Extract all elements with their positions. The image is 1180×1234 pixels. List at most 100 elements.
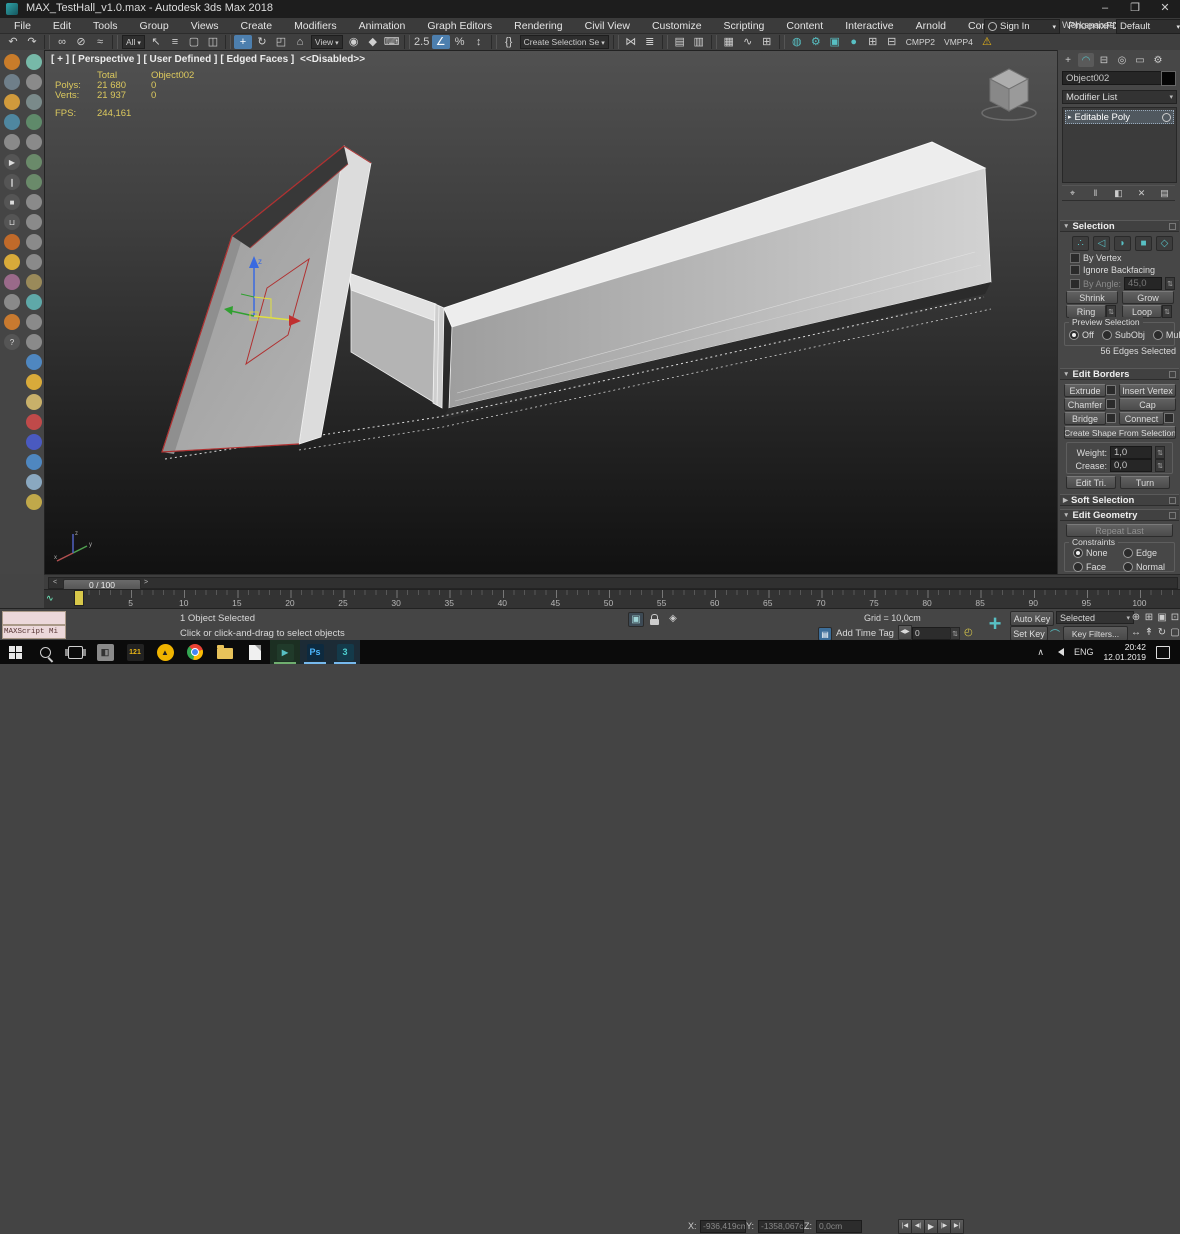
crease-field[interactable]: 0,0 [1110,459,1152,472]
rectangular-selection-region-icon[interactable]: ▢ [185,35,203,49]
percent-snap-toggle-icon[interactable]: % [451,35,469,49]
viewport-label[interactable]: [ + ][ Perspective ][ User Defined ][ Ed… [51,54,368,65]
menu-item[interactable]: Group [130,19,179,33]
weight-field[interactable]: 1,0 [1110,446,1152,459]
hierarchy-tab[interactable]: ⊟ [1096,53,1112,67]
perspective-viewport[interactable]: z [ + ][ Perspective ][ User Defined ][ … [44,50,1059,576]
sign-in-button[interactable]: Sign In ▾ [984,19,1060,34]
schematic-view-icon[interactable]: ⊞ [758,35,776,49]
photoshop-icon[interactable]: Ps [300,640,330,664]
notepad-icon[interactable] [240,640,270,664]
isolate-selection-toggle[interactable]: ▣ [628,612,644,627]
key-mode-dropdown[interactable]: Selected [1056,611,1134,624]
rollout-soft-selection[interactable]: ▶ Soft Selection [1060,494,1179,506]
menu-item[interactable]: Civil View [575,19,640,33]
ocean-sunset-icon[interactable] [26,494,42,510]
workspaces-dropdown[interactable]: Default ▾ [1116,19,1180,34]
current-frame-marker[interactable] [74,590,84,606]
loop-spinner[interactable]: ⇅ [1162,305,1172,318]
swirl-icon[interactable] [26,454,42,470]
start-button[interactable] [0,640,30,664]
maxscript-mini-listener-top[interactable] [2,611,66,625]
snaps-toggle-icon[interactable]: 2.5 [413,35,431,49]
clock[interactable]: 20:42 12.01.2019 [1103,642,1146,662]
zoom-extents-icon[interactable]: ▣ [1156,611,1168,624]
rollout-selection[interactable]: ▼ Selection [1060,220,1179,232]
grid-object-icon[interactable] [26,234,42,250]
select-and-link-icon[interactable]: ∞ [53,35,71,49]
menu-item[interactable]: Edit [43,19,81,33]
current-frame-field[interactable]: 0 [912,627,952,640]
3ds-max-icon[interactable]: 3 [330,640,360,664]
shrink-button[interactable]: Shrink [1066,291,1118,304]
preview-selection-radio[interactable]: Off [1069,330,1094,340]
previous-frame-button[interactable]: ◀| [911,1219,925,1234]
border-subobject-icon[interactable]: ◗ [1114,236,1131,251]
viewport-menu-shading[interactable]: [ Edged Faces ] [220,54,294,65]
display-tab[interactable]: ▭ [1132,53,1148,67]
maxscript-mini-listener[interactable]: MAXScript Mi [2,625,66,639]
add-time-tag-icon[interactable]: ▤ [818,627,832,641]
tree-icon[interactable] [26,154,42,170]
simulation-play-icon[interactable]: ▶ [4,154,20,170]
menu-item[interactable]: File [4,19,41,33]
y-coordinate-field[interactable]: -1358,067c [758,1220,804,1233]
flowers-icon[interactable] [26,274,42,290]
time-next-button[interactable]: > [141,578,151,588]
candle-preset-icon[interactable] [4,314,20,330]
aimp-icon[interactable]: ▲ [150,640,180,664]
phoenix-fire-preset-icon[interactable] [4,94,20,110]
orbit-icon[interactable]: ↻ [1156,626,1168,639]
vmpp4-button[interactable]: VMPP4 [940,35,977,49]
next-frame-button[interactable]: |▶ [937,1219,951,1234]
set-key-button[interactable]: Set Key [1010,626,1048,641]
rollout-edit-borders[interactable]: ▼ Edit Borders [1060,368,1179,380]
auto-key-button[interactable]: Auto Key [1010,611,1054,626]
by-angle-checkbox[interactable] [1070,278,1080,289]
create-shape-button[interactable]: Create Shape From Selection [1064,426,1176,439]
go-to-start-button[interactable]: |◀ [898,1219,912,1234]
action-center-icon[interactable] [1156,645,1170,659]
frame-spinner[interactable]: ⇅ [950,627,960,640]
spinner-snap-toggle-icon[interactable]: ↕ [470,35,488,49]
waterfall-icon[interactable] [26,474,42,490]
select-object-icon[interactable]: ↖ [147,35,165,49]
view-cube[interactable] [974,57,1044,127]
x-coordinate-field[interactable]: -936,419cm [700,1220,746,1233]
minimize-button[interactable]: – [1090,0,1120,18]
play-button[interactable]: ▶ [924,1219,938,1234]
select-and-place-icon[interactable]: ⌂ [291,35,309,49]
connect-settings-icon[interactable] [1164,413,1174,423]
time-configuration-icon[interactable]: ◴ [964,627,973,638]
insert-vertex-button[interactable]: Insert Vertex [1119,384,1176,397]
expand-arrow-icon[interactable]: ▸ [1068,113,1072,121]
reference-coordinate-dropdown[interactable]: View [310,35,344,49]
help-icon[interactable]: ? [4,334,20,350]
mirror-icon[interactable]: ⋈ [622,35,640,49]
named-selection-sets-dropdown[interactable]: Create Selection Se [519,35,610,49]
explosion-preset-icon[interactable] [4,234,20,250]
cmpp2-button[interactable]: CMPP2 [902,35,939,49]
show-end-result-icon[interactable]: ‖ [1089,187,1102,199]
grow-button[interactable]: Grow [1122,291,1174,304]
constraint-radio[interactable]: None [1073,548,1123,558]
menu-item[interactable]: Scripting [714,19,775,33]
track-bar[interactable]: ∿ 05101520253035404550556065707580859095… [44,589,1180,609]
render-setup-icon[interactable]: ⚙ [807,35,825,49]
preview-selection-radio[interactable]: Multi [1152,330,1180,340]
chrome-icon[interactable] [180,640,210,664]
vertex-subobject-icon[interactable]: ∴ [1072,236,1089,251]
sun-icon[interactable] [26,74,42,90]
constraint-radio[interactable]: Face [1073,562,1123,572]
toggle-layer-explorer-icon[interactable]: ▥ [690,35,708,49]
tray-chevron-icon[interactable]: ∧ [1037,647,1044,658]
menu-item[interactable]: Tools [83,19,128,33]
chamfer-button[interactable]: Chamfer [1064,398,1106,411]
by-vertex-checkbox[interactable] [1070,253,1080,263]
simulation-delete-icon[interactable]: ⊔ [4,214,20,230]
trees-icon[interactable] [26,114,42,130]
select-and-move-icon[interactable]: + [233,35,252,49]
element-subobject-icon[interactable]: ◇ [1156,236,1173,251]
zoom-icon[interactable]: ⊕ [1130,611,1142,624]
create-tab[interactable]: + [1060,53,1076,67]
